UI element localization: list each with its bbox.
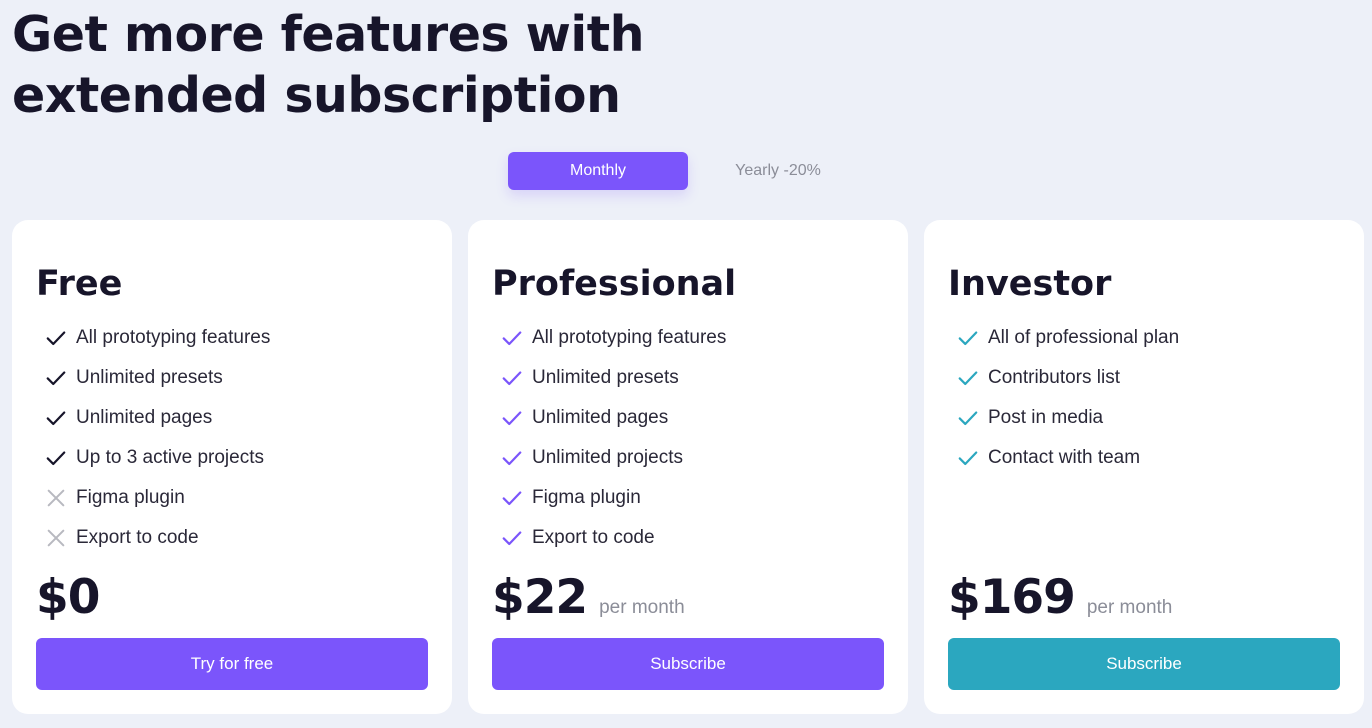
check-icon: [500, 326, 524, 350]
check-icon: [500, 446, 524, 470]
plan-card-free: Free All prototyping features Unlimited …: [12, 220, 452, 714]
subscribe-button[interactable]: Subscribe: [948, 638, 1340, 690]
plan-name: Free: [36, 264, 123, 304]
plan-price: $22: [492, 570, 588, 625]
feature-item: Unlimited pages: [500, 398, 726, 438]
feature-list: All prototyping features Unlimited prese…: [500, 318, 726, 558]
feature-label: Post in media: [988, 407, 1104, 428]
try-for-free-button[interactable]: Try for free: [36, 638, 428, 690]
feature-label: Figma plugin: [532, 487, 641, 508]
page-title: Get more features with extended subscrip…: [12, 4, 712, 126]
check-icon: [44, 326, 68, 350]
feature-item: Post in media: [956, 398, 1179, 438]
feature-label: All prototyping features: [76, 327, 271, 348]
feature-label: Figma plugin: [76, 487, 185, 508]
feature-item: Export to code: [500, 518, 726, 558]
feature-label: Unlimited pages: [76, 407, 213, 428]
feature-label: Unlimited presets: [76, 367, 223, 388]
feature-item: Unlimited presets: [44, 358, 270, 398]
feature-item: All prototyping features: [500, 318, 726, 358]
check-icon: [44, 366, 68, 390]
feature-item: All prototyping features: [44, 318, 270, 358]
monthly-toggle-button[interactable]: Monthly: [508, 152, 688, 190]
check-icon: [956, 406, 980, 430]
feature-label: Unlimited pages: [532, 407, 669, 428]
feature-label: All of professional plan: [988, 327, 1180, 348]
feature-list: All of professional plan Contributors li…: [956, 318, 1179, 478]
plan-name: Investor: [948, 264, 1112, 304]
feature-item: Unlimited projects: [500, 438, 726, 478]
page-title-line-1: Get more features with: [12, 6, 645, 63]
feature-label: Unlimited projects: [532, 447, 683, 468]
feature-item: All of professional plan: [956, 318, 1179, 358]
price-row: $169 per month: [948, 568, 1172, 628]
check-icon: [956, 446, 980, 470]
feature-label: Export to code: [532, 527, 655, 548]
plan-name: Professional: [492, 264, 737, 304]
feature-item: Unlimited presets: [500, 358, 726, 398]
feature-item: Contact with team: [956, 438, 1179, 478]
feature-item: Up to 3 active projects: [44, 438, 270, 478]
check-icon: [500, 366, 524, 390]
feature-label: Unlimited presets: [532, 367, 679, 388]
yearly-toggle-button[interactable]: Yearly -20%: [688, 152, 868, 190]
price-row: $22 per month: [492, 568, 685, 628]
plan-price: $169: [948, 570, 1076, 625]
check-icon: [500, 526, 524, 550]
plan-price: $0: [36, 570, 100, 625]
cross-icon: [44, 486, 68, 510]
feature-item: Export to code: [44, 518, 270, 558]
check-icon: [44, 406, 68, 430]
cross-icon: [44, 526, 68, 550]
feature-list: All prototyping features Unlimited prese…: [44, 318, 270, 558]
feature-item: Contributors list: [956, 358, 1179, 398]
billing-period-toggle: Monthly Yearly -20%: [508, 152, 868, 190]
check-icon: [956, 326, 980, 350]
subscribe-button[interactable]: Subscribe: [492, 638, 884, 690]
plan-card-investor: Investor All of professional plan Contri…: [924, 220, 1364, 714]
feature-label: Contact with team: [988, 447, 1141, 468]
feature-label: Contributors list: [988, 367, 1120, 388]
feature-label: All prototyping features: [532, 327, 727, 348]
check-icon: [44, 446, 68, 470]
billing-period-label: per month: [1086, 597, 1173, 618]
check-icon: [500, 406, 524, 430]
page-title-line-2: extended subscription: [12, 67, 621, 124]
feature-label: Up to 3 active projects: [76, 447, 264, 468]
feature-item: Unlimited pages: [44, 398, 270, 438]
feature-label: Export to code: [76, 527, 199, 548]
feature-item: Figma plugin: [500, 478, 726, 518]
price-row: $0: [36, 568, 100, 628]
billing-period-label: per month: [599, 597, 685, 618]
feature-item: Figma plugin: [44, 478, 270, 518]
check-icon: [500, 486, 524, 510]
pricing-page: Get more features with extended subscrip…: [0, 0, 1372, 728]
plan-card-professional: Professional All prototyping features Un…: [468, 220, 908, 714]
check-icon: [956, 366, 980, 390]
